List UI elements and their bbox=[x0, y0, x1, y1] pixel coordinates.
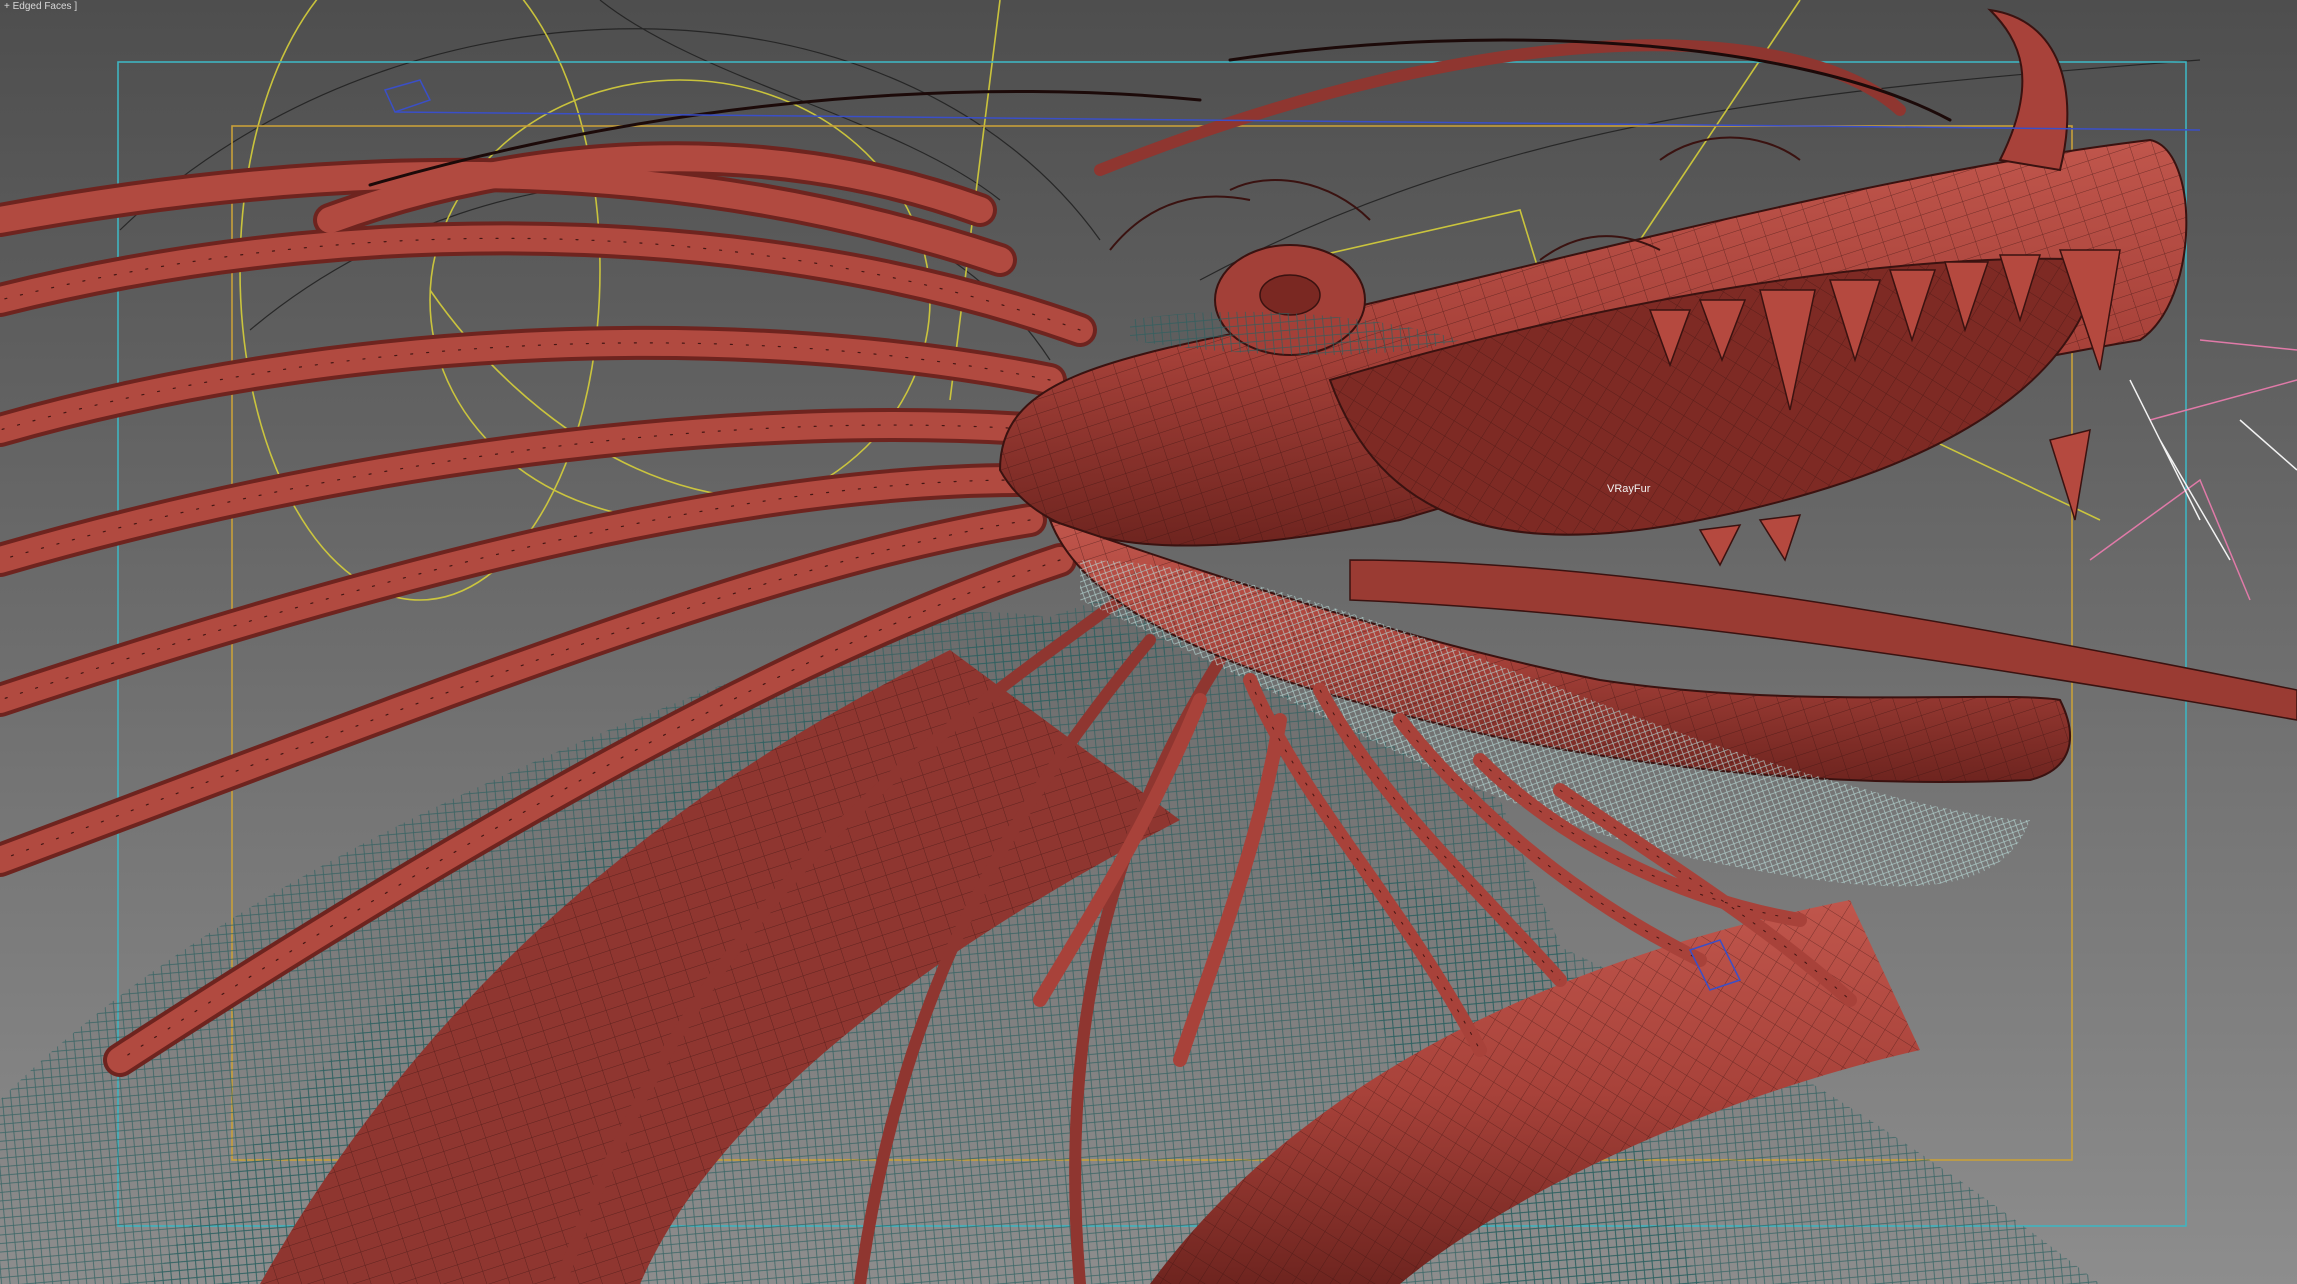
vrayfur-object-label[interactable]: VRayFur bbox=[1607, 483, 1650, 495]
viewport-shading-label[interactable]: + Edged Faces ] bbox=[0, 0, 81, 13]
3d-viewport[interactable]: + Edged Faces ] VRayFur bbox=[0, 0, 2297, 1284]
light-gizmos bbox=[2089, 339, 2297, 601]
dragon-scene bbox=[0, 0, 2297, 1284]
